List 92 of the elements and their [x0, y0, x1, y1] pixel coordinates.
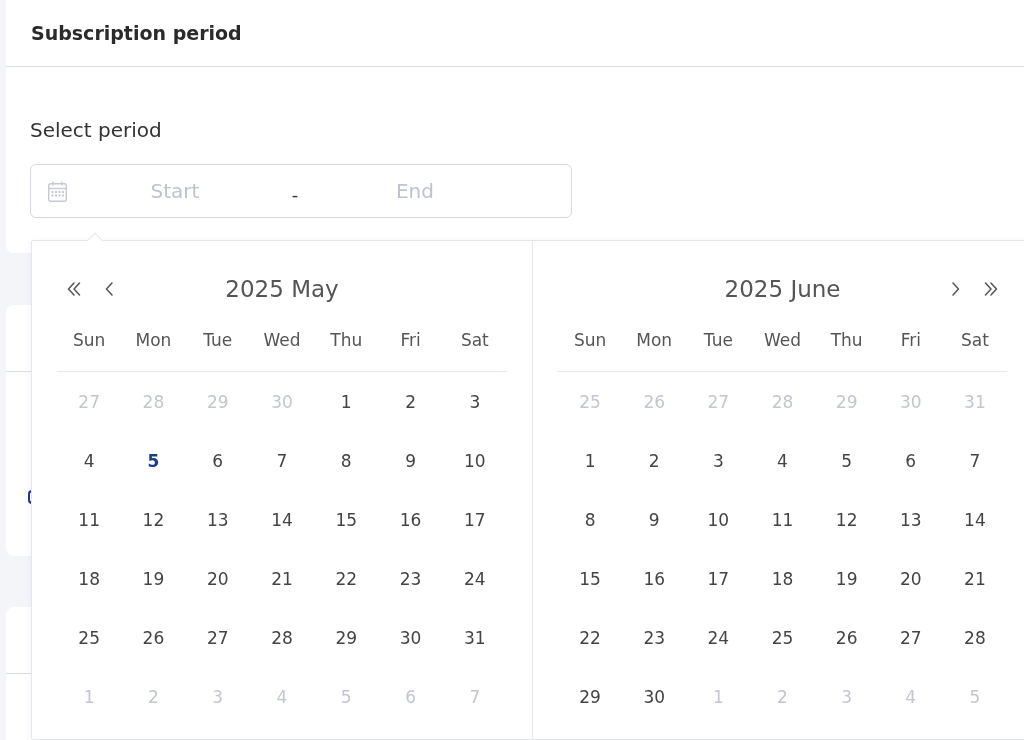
chevron-left-icon — [105, 282, 114, 296]
day-cell[interactable]: 10 — [707, 509, 730, 530]
day-cell[interactable]: 5 — [147, 450, 160, 471]
day-cell[interactable]: 26 — [142, 627, 165, 648]
weekday-label: Tue — [703, 330, 733, 350]
previous-month-button[interactable] — [105, 282, 114, 296]
day-cell[interactable]: 11 — [78, 509, 100, 530]
weekday-label: Thu — [330, 330, 363, 350]
chevron-right-icon — [951, 282, 960, 296]
day-cell[interactable]: 28 — [964, 627, 986, 648]
next-year-button[interactable] — [984, 282, 998, 296]
day-cell[interactable]: 11 — [771, 509, 794, 530]
day-cell[interactable]: 21 — [964, 568, 986, 589]
next-month-button[interactable] — [951, 282, 960, 296]
day-cell[interactable]: 17 — [707, 568, 730, 589]
weekday-label: Fri — [400, 330, 421, 350]
day-cell[interactable]: 1 — [584, 450, 596, 471]
day-cell[interactable]: 30 — [399, 627, 422, 648]
day-cell[interactable]: 18 — [78, 568, 100, 589]
day-cell[interactable]: 28 — [271, 627, 293, 648]
range-separator: - — [290, 183, 300, 205]
day-cell[interactable]: 24 — [707, 627, 730, 648]
weekday-label: Sun — [72, 330, 106, 350]
day-cell[interactable]: 21 — [271, 568, 293, 589]
day-cell[interactable]: 24 — [464, 568, 486, 589]
day-cell[interactable]: 20 — [899, 568, 922, 589]
weekday-label: Mon — [636, 330, 673, 350]
day-cell[interactable]: 15 — [579, 568, 601, 589]
end-date-input[interactable]: End — [315, 176, 515, 206]
weekday-label: Sat — [961, 330, 989, 350]
day-cell[interactable]: 14 — [271, 509, 293, 530]
day-cell[interactable]: 22 — [335, 568, 358, 589]
date-range-field[interactable]: Start - End — [30, 164, 572, 218]
calendar-icon — [48, 180, 67, 202]
weekday-label: Sat — [460, 330, 489, 350]
weekday-label: Sun — [573, 330, 607, 350]
day-cell[interactable]: 5 — [841, 450, 853, 471]
start-date-input[interactable]: Start — [75, 176, 275, 206]
day-cell[interactable]: 29 — [335, 627, 358, 648]
day-cell[interactable]: 18 — [771, 568, 794, 589]
day-cell[interactable]: 26 — [835, 627, 858, 648]
day-cell[interactable]: 19 — [142, 568, 165, 589]
day-cell[interactable]: 14 — [964, 509, 986, 530]
day-cell[interactable]: 23 — [399, 568, 422, 589]
day-cell[interactable]: 30 — [643, 686, 666, 707]
day-cell[interactable]: 10 — [464, 450, 486, 471]
weekday-label: Thu — [830, 330, 863, 350]
month-title: 2025 May — [225, 276, 339, 302]
previous-year-button[interactable] — [67, 282, 81, 296]
day-cell[interactable]: 16 — [643, 568, 666, 589]
day-cell[interactable]: 12 — [142, 509, 165, 530]
day-cell[interactable]: 19 — [835, 568, 858, 589]
day-cell[interactable]: 25 — [78, 627, 100, 648]
section-title: Subscription period — [31, 22, 242, 44]
day-cell[interactable]: 29 — [579, 686, 601, 707]
weekday-label: Mon — [135, 330, 172, 350]
double-chevron-right-icon — [984, 282, 998, 296]
day-cell[interactable]: 13 — [206, 509, 229, 530]
weekday-label: Tue — [203, 330, 233, 350]
day-cell[interactable]: 4 — [83, 450, 95, 471]
day-cell[interactable]: 17 — [464, 509, 486, 530]
day-cell[interactable]: 27 — [899, 627, 922, 648]
day-cell[interactable]: 8 — [584, 509, 596, 530]
day-cell[interactable]: 9 — [648, 509, 660, 530]
day-cell[interactable]: 31 — [464, 627, 486, 648]
day-cell[interactable]: 1 — [340, 391, 352, 412]
day-cell[interactable]: 3 — [469, 391, 481, 412]
month-title: 2025 June — [724, 276, 841, 302]
day-cell[interactable]: 13 — [899, 509, 922, 530]
double-chevron-left-icon — [67, 282, 81, 296]
day-cell[interactable]: 22 — [579, 627, 601, 648]
day-cell[interactable]: 15 — [335, 509, 358, 530]
day-cell[interactable]: 2 — [648, 450, 660, 471]
day-cell[interactable]: 16 — [399, 509, 422, 530]
day-cell[interactable]: 7 — [969, 450, 981, 471]
weekday-label: Wed — [763, 330, 802, 350]
day-cell[interactable]: 4 — [777, 450, 788, 471]
day-cell[interactable]: 7 — [276, 450, 288, 471]
day-cell[interactable]: 25 — [771, 627, 794, 648]
day-cell[interactable]: 9 — [405, 450, 416, 471]
weekday-label: Fri — [900, 330, 921, 350]
day-cell[interactable]: 20 — [206, 568, 229, 589]
weekday-label: Wed — [263, 330, 301, 350]
day-cell[interactable]: 6 — [905, 450, 917, 471]
day-cell[interactable]: 2 — [405, 391, 416, 412]
day-cell[interactable]: 6 — [212, 450, 224, 471]
day-cell[interactable]: 3 — [712, 450, 724, 471]
field-label: Select period — [30, 117, 162, 143]
day-cell[interactable]: 8 — [340, 450, 352, 471]
day-cell[interactable]: 12 — [835, 509, 858, 530]
day-cell[interactable]: 27 — [206, 627, 229, 648]
day-cell[interactable]: 23 — [643, 627, 666, 648]
